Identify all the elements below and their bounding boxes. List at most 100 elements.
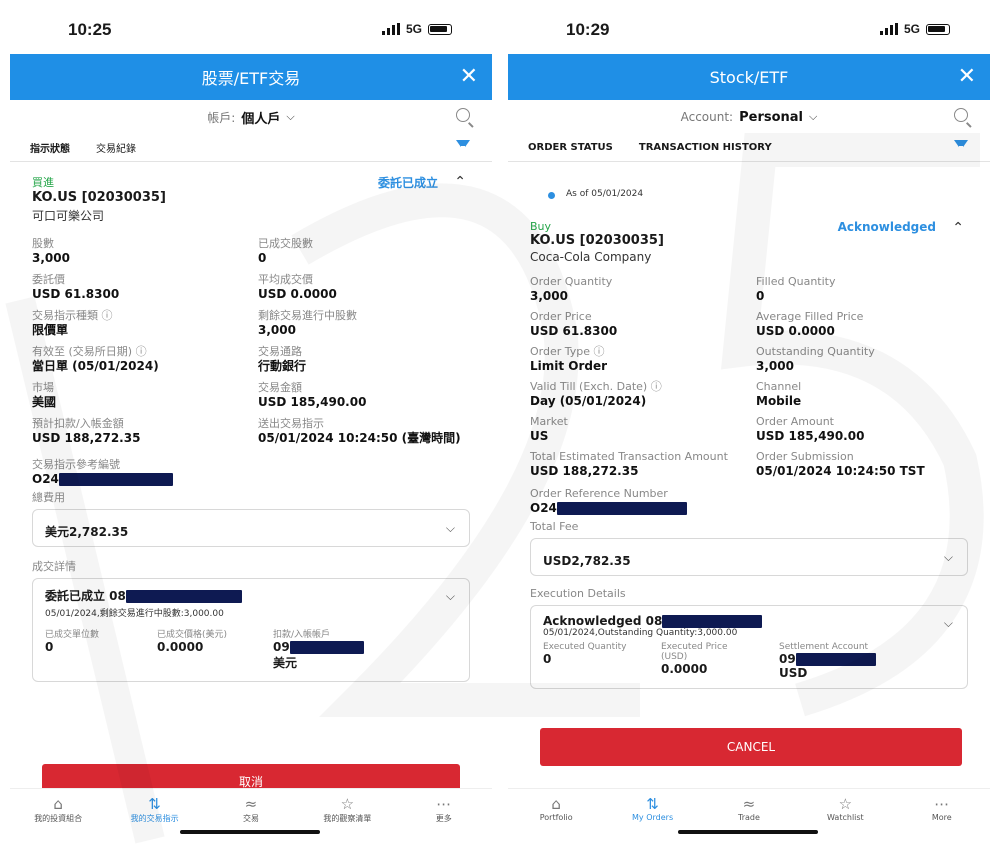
search-icon[interactable] bbox=[954, 108, 968, 122]
fee-dropdown[interactable]: USD2,782.35 ⌵ bbox=[530, 537, 968, 576]
field-submission: 送出交易指示 05/01/2024 10:24:50 (臺灣時間) bbox=[258, 418, 470, 445]
account-selector[interactable]: 帳戶: 個人戶 ⌵ bbox=[10, 100, 492, 134]
status-time: 10:25 bbox=[68, 20, 112, 39]
exec-section: Execution Details bbox=[530, 586, 968, 601]
field-value: 05/01/2024 10:24:50 (臺灣時間) bbox=[258, 430, 461, 445]
field-label: Filled Quantity bbox=[756, 275, 836, 288]
field-order-amount: 交易金額 USD 185,490.00 bbox=[258, 381, 470, 409]
field-label: Outstanding Quantity bbox=[756, 345, 875, 359]
exec-dropdown[interactable]: 委託已成立 08 05/01/2024,剩餘交易進行中股數:3,000.00 ⌵… bbox=[32, 577, 470, 682]
exec-title: Acknowledged 08 bbox=[543, 613, 663, 628]
field-value: 行動銀行 bbox=[258, 358, 307, 373]
field-value: 3,000 bbox=[756, 358, 794, 373]
nav-label: 我的投資組合 bbox=[34, 814, 83, 823]
as-of-date: As of 05/01/2024 bbox=[566, 189, 644, 199]
fee-label: Total Fee bbox=[530, 520, 579, 534]
field-label: 委託價 bbox=[32, 273, 65, 287]
redacted-block bbox=[125, 589, 242, 603]
field-value: USD 0.0000 bbox=[756, 323, 835, 338]
nav-my-orders[interactable]: ⇅ 我的交易指示 bbox=[120, 795, 190, 824]
tab-transaction-history[interactable]: 交易紀錄 bbox=[96, 140, 136, 155]
chevron-down-icon: ⌵ bbox=[809, 110, 818, 123]
nav-portfolio[interactable]: ⌂ 我的投資組合 bbox=[23, 795, 93, 824]
field-value: Limit Order bbox=[530, 358, 608, 373]
nav-my-orders[interactable]: ⇅ My Orders bbox=[618, 795, 688, 822]
field-label: Order Submission bbox=[756, 450, 854, 464]
home-indicator bbox=[180, 830, 320, 834]
more-icon: ⋯ bbox=[934, 795, 950, 813]
field-value: USD 61.8300 bbox=[530, 323, 618, 338]
field-label: 預計扣款/入帳金額 bbox=[32, 417, 124, 431]
status-time: 10:29 bbox=[566, 20, 610, 39]
page-title: Stock/ETF bbox=[709, 67, 789, 87]
info-icon[interactable]: ⓘ bbox=[102, 309, 113, 322]
nav-trade[interactable]: ≈ Trade bbox=[714, 795, 784, 822]
fee-dropdown[interactable]: 美元2,782.35 ⌵ bbox=[32, 508, 470, 547]
redacted-block bbox=[795, 652, 876, 666]
info-icon[interactable]: ⓘ bbox=[594, 345, 605, 358]
field-avg-price: Average Filled Price USD 0.0000 bbox=[756, 310, 968, 338]
exec-col: Executed Quantity 0 bbox=[543, 641, 627, 666]
exec-label: Execution Details bbox=[530, 586, 626, 600]
field-label: Order Amount bbox=[756, 415, 834, 429]
field-label: Average Filled Price bbox=[756, 310, 864, 324]
info-icon[interactable]: ⓘ bbox=[136, 345, 147, 358]
field-channel: 交易通路 行動銀行 bbox=[258, 345, 470, 373]
order-header[interactable]: 買進 KO.US [02030035] 可口可樂公司 委託已成立 ⌃ bbox=[32, 174, 470, 224]
company-name: 可口可樂公司 bbox=[32, 209, 105, 223]
nav-portfolio[interactable]: ⌂ Portfolio bbox=[521, 795, 591, 822]
field-value: US bbox=[530, 428, 549, 443]
close-icon[interactable]: ✕ bbox=[460, 64, 478, 89]
collapse-icon[interactable]: ⌃ bbox=[454, 174, 466, 190]
field-valid-till: Valid Till (Exch. Date) ⓘ Day (05/01/2024… bbox=[530, 380, 742, 408]
field-label: 有效至 (交易所日期) bbox=[32, 345, 133, 359]
field-value: 3,000 bbox=[258, 322, 296, 337]
exec-dropdown[interactable]: Acknowledged 08 05/01/2024,Outstanding Q… bbox=[530, 604, 968, 689]
tab-order-status[interactable]: ORDER STATUS bbox=[528, 142, 613, 153]
field-label: 交易指示種類 bbox=[32, 309, 98, 323]
tab-transaction-history[interactable]: TRANSACTION HISTORY bbox=[639, 142, 772, 153]
field-order-price: 委託價 USD 61.8300 bbox=[32, 273, 244, 301]
network-label: 5G bbox=[405, 22, 422, 36]
phone-chinese: 10:25 5G 股票/ETF交易 ✕ 帳戶: 個人戶 ⌵ 指示狀態 交易紀錄 … bbox=[10, 8, 492, 840]
page-title: 股票/ETF交易 bbox=[201, 69, 301, 88]
filter-icon[interactable] bbox=[954, 140, 968, 152]
nav-more[interactable]: ⋯ 更多 bbox=[409, 795, 479, 824]
signal-icon bbox=[381, 23, 400, 35]
field-order-type: 交易指示種類 ⓘ 限價單 bbox=[32, 309, 244, 337]
collapse-icon[interactable]: ⌃ bbox=[952, 220, 964, 236]
stock-code: KO.US [02030035] bbox=[530, 233, 664, 248]
cancel-button[interactable]: CANCEL bbox=[540, 728, 962, 766]
nav-label: Portfolio bbox=[539, 813, 573, 822]
nav-more[interactable]: ⋯ More bbox=[907, 795, 977, 822]
tab-order-status[interactable]: 指示狀態 bbox=[30, 140, 70, 155]
exec-col: 扣款/入帳帳戶 09 美元 bbox=[273, 627, 364, 671]
nav-watchlist[interactable]: ☆ 我的觀察清單 bbox=[312, 795, 382, 824]
field-value: USD 185,490.00 bbox=[756, 428, 865, 443]
info-icon[interactable]: ⓘ bbox=[651, 380, 662, 393]
order-header[interactable]: Buy KO.US [02030035] Coca-Cola Company A… bbox=[530, 220, 968, 264]
chevron-down-icon: ⌵ bbox=[445, 520, 455, 535]
field-value: USD 188,272.35 bbox=[32, 430, 141, 445]
field-value: USD 61.8300 bbox=[32, 286, 120, 301]
order-status-badge: Acknowledged bbox=[837, 220, 936, 234]
field-label: 已成交股數 bbox=[258, 237, 313, 250]
field-label: 送出交易指示 bbox=[258, 417, 324, 431]
search-icon[interactable] bbox=[456, 108, 470, 122]
close-icon[interactable]: ✕ bbox=[958, 64, 976, 89]
field-label: Market bbox=[530, 415, 568, 429]
field-submission: Order Submission 05/01/2024 10:24:50 TST bbox=[756, 451, 968, 478]
exec-col: Executed Price (USD) 0.0000 bbox=[661, 641, 728, 676]
nav-trade[interactable]: ≈ 交易 bbox=[216, 795, 286, 824]
field-label: 市場 bbox=[32, 381, 54, 395]
field-avg-price: 平均成交價 USD 0.0000 bbox=[258, 273, 470, 301]
field-order-type: Order Type ⓘ Limit Order bbox=[530, 345, 742, 373]
exec-subtitle: 05/01/2024,Outstanding Quantity:3,000.00 bbox=[543, 627, 738, 638]
nav-watchlist[interactable]: ☆ Watchlist bbox=[810, 795, 880, 822]
fee-value: 美元2,782.35 bbox=[45, 524, 129, 539]
watchlist-icon: ☆ bbox=[838, 795, 853, 813]
nav-label: My Orders bbox=[632, 813, 674, 822]
field-value: 3,000 bbox=[32, 250, 70, 265]
account-selector[interactable]: Account: Personal ⌵ bbox=[508, 100, 990, 134]
filter-icon[interactable] bbox=[456, 140, 470, 152]
